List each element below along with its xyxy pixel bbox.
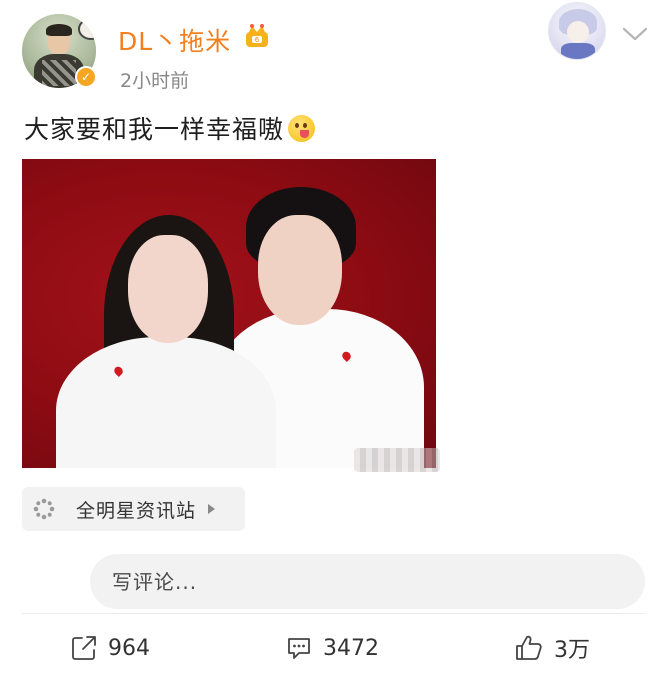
action-bar: 964 3472 3万 bbox=[0, 620, 667, 675]
author-name[interactable]: DL丶拖米 bbox=[118, 22, 231, 58]
comment-box[interactable] bbox=[90, 554, 645, 609]
blurred-watermark bbox=[354, 448, 440, 472]
share-icon bbox=[72, 636, 96, 660]
viewer-avatar[interactable] bbox=[548, 2, 606, 60]
like-button[interactable]: 3万 bbox=[514, 628, 590, 668]
photo-person-left-shirt bbox=[56, 337, 276, 468]
source-icon bbox=[33, 498, 55, 520]
share-count: 964 bbox=[108, 635, 150, 661]
comment-icon bbox=[288, 638, 310, 659]
share-button[interactable]: 964 bbox=[70, 628, 150, 668]
source-label: 全明星资讯站 bbox=[76, 499, 197, 522]
photo-person-right-face bbox=[258, 215, 342, 325]
source-tag[interactable]: 全明星资讯站 bbox=[22, 487, 245, 531]
post-text-content: 大家要和我一样幸福嗷 bbox=[24, 115, 285, 144]
svg-text:6: 6 bbox=[255, 36, 260, 44]
comment-button[interactable]: 3472 bbox=[285, 628, 379, 668]
post-timestamp: 2小时前 bbox=[120, 70, 190, 92]
like-count: 3万 bbox=[554, 638, 590, 663]
photo-person-left-face bbox=[128, 235, 208, 343]
chevron-down-icon[interactable] bbox=[620, 22, 650, 46]
comment-count: 3472 bbox=[323, 635, 379, 661]
comment-input[interactable] bbox=[112, 569, 645, 594]
crown-badge-icon[interactable]: 6 bbox=[243, 22, 271, 50]
post-photo[interactable] bbox=[22, 159, 436, 468]
tongue-face-emoji-icon bbox=[288, 114, 316, 142]
viewer-avatar-body bbox=[561, 43, 595, 59]
chevron-right-icon bbox=[208, 504, 216, 514]
viewer-avatar-face bbox=[567, 21, 589, 43]
post-text: 大家要和我一样幸福嗷 bbox=[24, 110, 316, 146]
avatar-hair bbox=[46, 24, 72, 36]
verified-icon: ✓ bbox=[75, 66, 97, 88]
divider bbox=[22, 613, 645, 614]
like-icon bbox=[516, 635, 542, 660]
